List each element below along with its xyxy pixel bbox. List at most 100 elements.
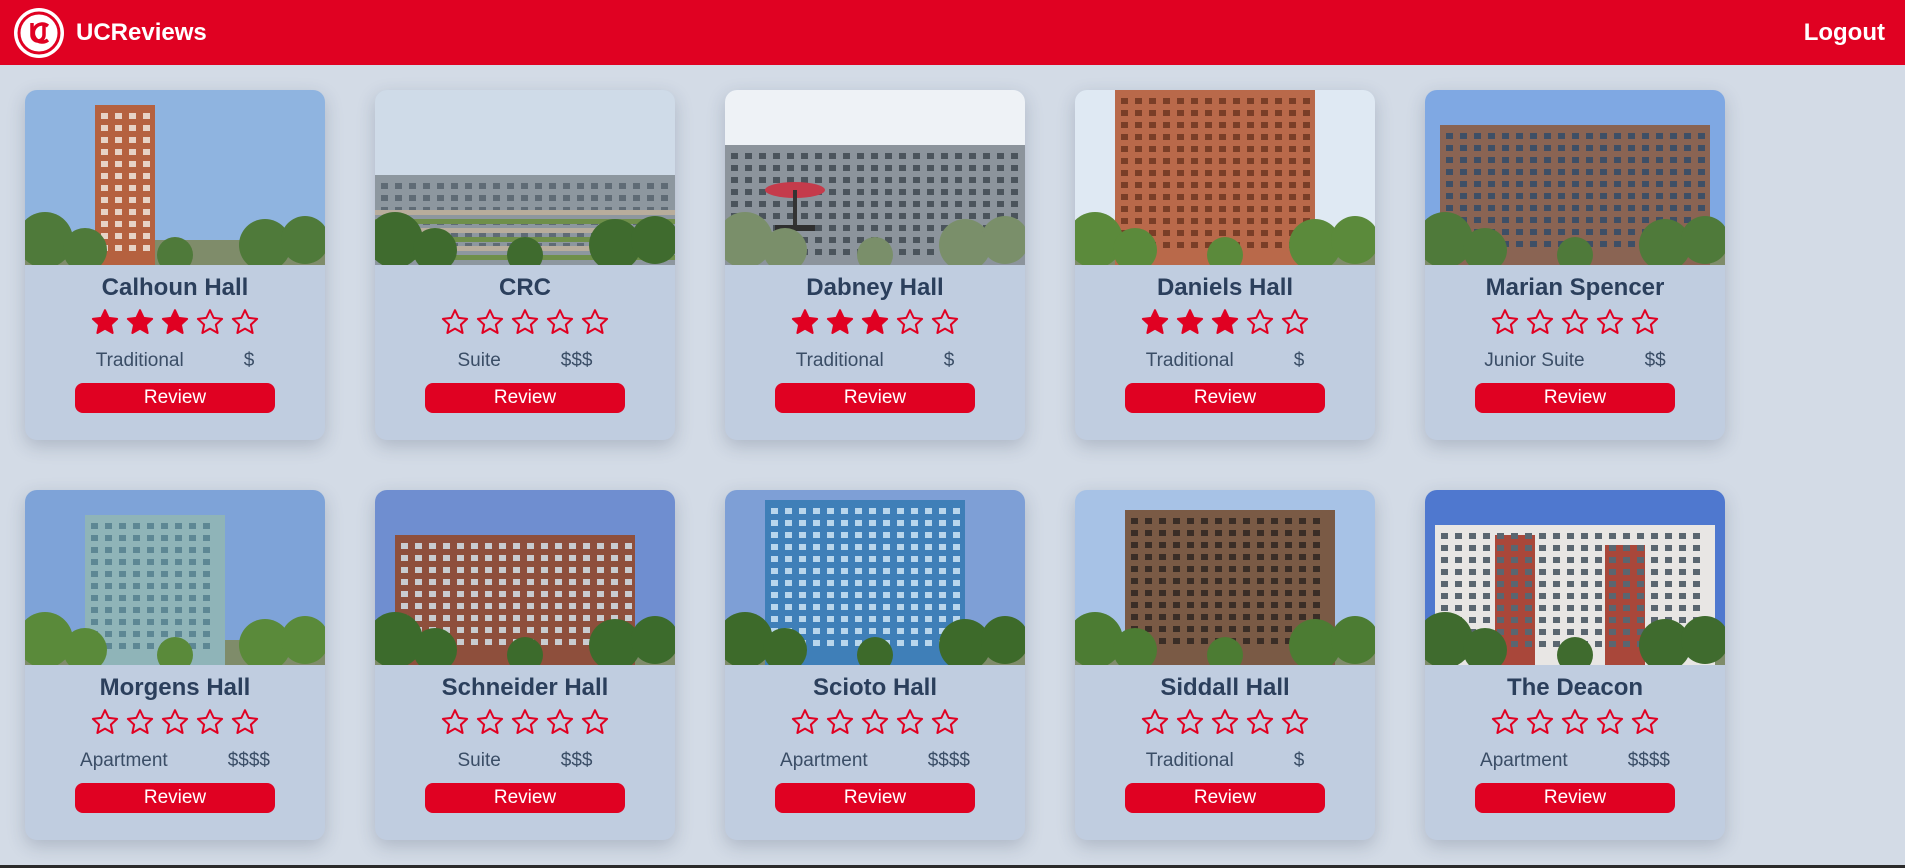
star-rating (1075, 307, 1375, 339)
hall-type: Apartment (1480, 750, 1568, 771)
star-outline-icon (1490, 307, 1520, 339)
hall-card: Marian Spencer Junior Suite $$ Review (1425, 90, 1725, 440)
star-filled-icon (1175, 307, 1205, 339)
star-outline-icon (1490, 707, 1520, 739)
hall-price: $$$$ (227, 750, 270, 771)
hall-type: Junior Suite (1484, 350, 1585, 371)
hall-card: Morgens Hall Apartment $$$$ Review (25, 490, 325, 840)
star-outline-icon (1140, 707, 1170, 739)
star-outline-icon (1525, 307, 1555, 339)
review-button[interactable]: Review (1125, 783, 1325, 813)
hall-name: Dabney Hall (806, 274, 944, 301)
star-outline-icon (195, 307, 225, 339)
star-rating (375, 707, 675, 739)
hall-photo (375, 90, 675, 265)
hall-type: Suite (457, 750, 501, 771)
star-rating (725, 307, 1025, 339)
hall-meta: Traditional $ (1075, 749, 1375, 773)
star-outline-icon (1245, 707, 1275, 739)
hall-name: Daniels Hall (1156, 274, 1294, 301)
star-filled-icon (125, 307, 155, 339)
star-outline-icon (545, 707, 575, 739)
hall-price: $$$$ (927, 750, 970, 771)
star-rating (1425, 707, 1725, 739)
star-filled-icon (790, 307, 820, 339)
star-outline-icon (1280, 307, 1310, 339)
uc-logo-icon (14, 7, 64, 58)
hall-type: Apartment (780, 750, 868, 771)
star-outline-icon (1595, 707, 1625, 739)
star-outline-icon (860, 707, 890, 739)
star-outline-icon (90, 707, 120, 739)
brand[interactable]: UCReviews (14, 7, 207, 58)
brand-name: UCReviews (76, 18, 207, 46)
star-outline-icon (1560, 707, 1590, 739)
hall-photo (25, 90, 325, 265)
hall-price: $$ (1644, 350, 1666, 371)
review-button[interactable]: Review (425, 383, 625, 413)
hall-card: Calhoun Hall Traditional $ Review (25, 90, 325, 440)
review-button[interactable]: Review (1125, 383, 1325, 413)
star-rating (25, 707, 325, 739)
hall-meta: Traditional $ (1075, 349, 1375, 373)
hall-photo (1425, 490, 1725, 665)
hall-name: Scioto Hall (812, 674, 938, 701)
review-button[interactable]: Review (75, 783, 275, 813)
star-outline-icon (1525, 707, 1555, 739)
star-outline-icon (125, 707, 155, 739)
star-rating (25, 307, 325, 339)
hall-meta: Suite $$$ (375, 749, 675, 773)
hall-meta: Apartment $$$$ (25, 749, 325, 773)
hall-card: The Deacon Apartment $$$$ Review (1425, 490, 1725, 840)
review-button[interactable]: Review (425, 783, 625, 813)
star-rating (375, 307, 675, 339)
review-button[interactable]: Review (775, 783, 975, 813)
star-outline-icon (790, 707, 820, 739)
star-filled-icon (1140, 307, 1170, 339)
hall-name: Calhoun Hall (101, 274, 249, 301)
star-outline-icon (930, 307, 960, 339)
hall-card: Dabney Hall Traditional $ Review (725, 90, 1025, 440)
review-button[interactable]: Review (1475, 783, 1675, 813)
hall-price: $$$ (560, 350, 593, 371)
hall-photo (1075, 90, 1375, 265)
star-outline-icon (930, 707, 960, 739)
hall-name: Siddall Hall (1160, 674, 1290, 701)
hall-price: $ (1293, 750, 1305, 771)
hall-name: CRC (499, 274, 551, 301)
hall-price: $ (1293, 350, 1305, 371)
star-outline-icon (440, 707, 470, 739)
star-filled-icon (90, 307, 120, 339)
review-button[interactable]: Review (75, 383, 275, 413)
star-outline-icon (545, 307, 575, 339)
star-outline-icon (580, 707, 610, 739)
star-filled-icon (160, 307, 190, 339)
hall-photo (1425, 90, 1725, 265)
star-outline-icon (160, 707, 190, 739)
hall-price: $$$ (560, 750, 593, 771)
review-button[interactable]: Review (1475, 383, 1675, 413)
hall-type: Traditional (1145, 350, 1234, 371)
hall-card: Siddall Hall Traditional $ Review (1075, 490, 1375, 840)
review-button[interactable]: Review (775, 383, 975, 413)
hall-type: Apartment (80, 750, 168, 771)
hall-name: Marian Spencer (1485, 274, 1665, 301)
star-outline-icon (1560, 307, 1590, 339)
hall-name: The Deacon (1506, 674, 1644, 701)
hall-price: $$$$ (1627, 750, 1670, 771)
star-outline-icon (510, 307, 540, 339)
logout-link[interactable]: Logout (1804, 19, 1885, 47)
star-outline-icon (230, 307, 260, 339)
star-outline-icon (1595, 307, 1625, 339)
star-outline-icon (475, 707, 505, 739)
hall-type: Traditional (795, 350, 884, 371)
hall-meta: Traditional $ (725, 349, 1025, 373)
hall-photo (725, 90, 1025, 265)
star-outline-icon (825, 707, 855, 739)
star-outline-icon (1630, 307, 1660, 339)
star-filled-icon (860, 307, 890, 339)
star-rating (1425, 307, 1725, 339)
hall-meta: Apartment $$$$ (725, 749, 1025, 773)
star-outline-icon (230, 707, 260, 739)
hall-meta: Traditional $ (25, 349, 325, 373)
